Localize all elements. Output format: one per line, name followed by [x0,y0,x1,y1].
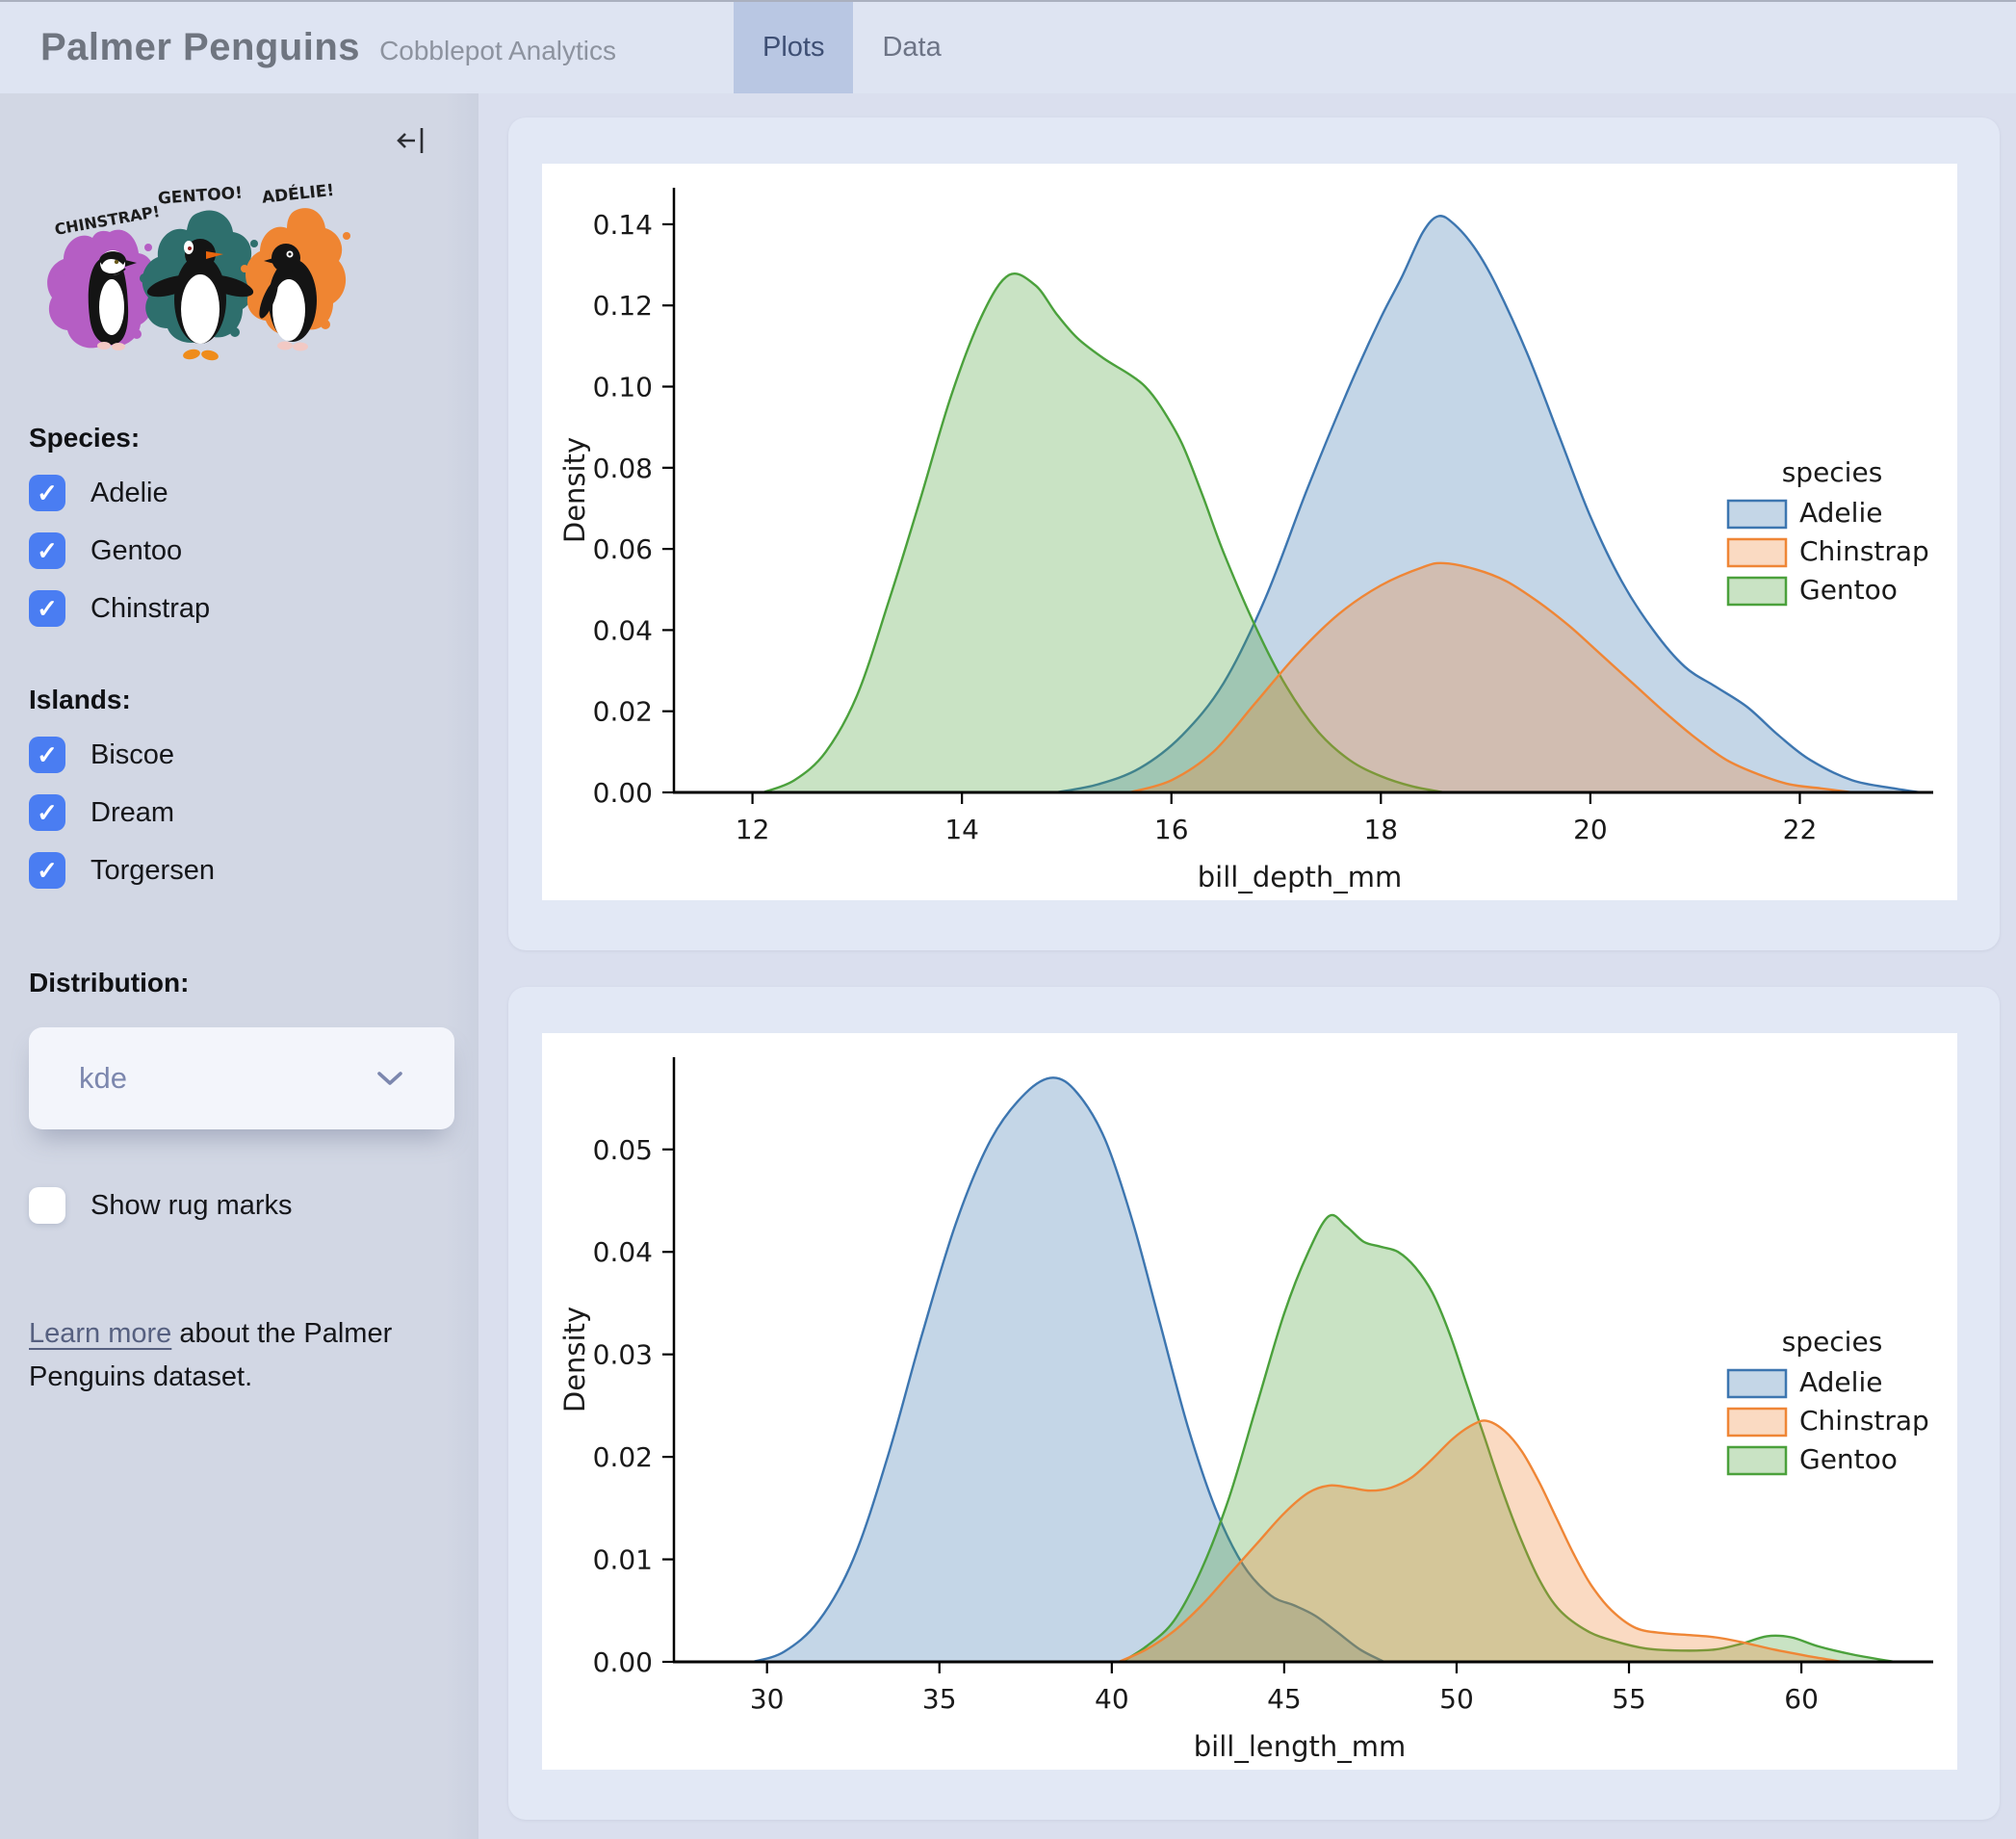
gentoo-checkbox[interactable] [29,532,65,569]
svg-text:12: 12 [736,814,770,845]
svg-text:16: 16 [1154,814,1189,845]
svg-text:14: 14 [944,814,979,845]
penguins-artwork: CHINSTRAP! GENTOO! ADÉLIE! [47,179,350,361]
svg-text:30: 30 [750,1683,785,1715]
svg-text:bill_length_mm: bill_length_mm [1194,1730,1407,1763]
svg-text:45: 45 [1267,1683,1302,1715]
checkbox-row-biscoe[interactable]: Biscoe [29,737,450,773]
checkbox-row-adelie[interactable]: Adelie [29,475,450,511]
sidebar-collapse-icon[interactable] [396,124,428,157]
distribution-heading: Distribution: [29,968,190,997]
app-title: Palmer Penguins [40,26,361,68]
kde-plot-bill-length: 30 35 40 45 50 55 60 0.00 0.01 0.02 0.03 0.04 0.05 bi… [558,1057,1933,1763]
distribution-select[interactable]: kde [29,1027,454,1129]
svg-text:0.12: 0.12 [593,290,653,322]
islands-heading: Islands: [29,685,131,714]
svg-text:0.00: 0.00 [593,777,653,809]
dataset-note: Learn more about the Palmer Penguins dat… [29,1312,433,1399]
svg-text:18: 18 [1363,814,1398,845]
svg-text:0.08: 0.08 [593,453,653,484]
svg-text:species: species [1782,1326,1883,1358]
title-block: Palmer Penguins Cobblepot Analytics [40,26,616,69]
svg-text:20: 20 [1573,814,1608,845]
svg-text:Adelie: Adelie [1799,497,1882,529]
svg-text:0.10: 0.10 [593,372,653,403]
bill-depth-plot-card: 12 14 16 18 20 22 0.00 0.02 0.04 0.06 0.08 0.10 0.12… [508,117,2000,950]
nav-tabs: Plots Data [734,2,970,93]
svg-text:Gentoo: Gentoo [1799,574,1898,606]
svg-text:35: 35 [922,1683,957,1715]
kde-plot-bill-depth: 12 14 16 18 20 22 0.00 0.02 0.04 0.06 0.08 0.10 0.12… [558,188,1933,894]
svg-text:0.03: 0.03 [593,1339,653,1371]
svg-text:0.05: 0.05 [593,1134,653,1166]
checkbox-row-rug[interactable]: Show rug marks [29,1187,450,1224]
svg-text:species: species [1782,456,1883,488]
species-heading: Species: [29,423,141,453]
artwork-label-gentoo: GENTOO! [157,184,243,209]
svg-text:Density: Density [558,1307,591,1412]
rug-checkbox-label: Show rug marks [90,1189,293,1221]
svg-text:Adelie: Adelie [1799,1366,1882,1398]
bill-depth-plot: 12 14 16 18 20 22 0.00 0.02 0.04 0.06 0.08 0.10 0.12… [542,164,1957,900]
learn-more-link[interactable]: Learn more [29,1318,171,1349]
svg-text:22: 22 [1783,814,1818,845]
dream-checkbox-label: Dream [90,796,175,828]
bill-length-plot-card: 30 35 40 45 50 55 60 0.00 0.01 0.02 0.03 0.04 0.05 bi… [508,987,2000,1820]
sidebar: CHINSTRAP! GENTOO! ADÉLIE! Species: Adel… [0,93,478,1839]
svg-text:0.02: 0.02 [593,696,653,728]
biscoe-checkbox-label: Biscoe [90,738,175,770]
artwork-label-adelie: ADÉLIE! [261,179,335,208]
svg-text:0.00: 0.00 [593,1646,653,1678]
checkbox-row-dream[interactable]: Dream [29,794,450,831]
app-header: Palmer Penguins Cobblepot Analytics Plot… [0,0,2016,93]
tab-plots[interactable]: Plots [734,2,854,93]
svg-text:55: 55 [1612,1683,1646,1715]
checkbox-row-gentoo[interactable]: Gentoo [29,532,450,569]
chinstrap-checkbox-label: Chinstrap [90,592,211,624]
svg-text:0.01: 0.01 [593,1544,653,1576]
app-subtitle: Cobblepot Analytics [379,36,616,65]
svg-text:Density: Density [558,437,591,543]
svg-text:Gentoo: Gentoo [1799,1443,1898,1475]
tab-data[interactable]: Data [853,2,969,93]
torgersen-checkbox[interactable] [29,852,65,889]
svg-text:0.14: 0.14 [593,209,653,241]
chinstrap-checkbox[interactable] [29,590,65,627]
svg-text:0.02: 0.02 [593,1441,653,1473]
main-content: 12 14 16 18 20 22 0.00 0.02 0.04 0.06 0.08 0.10 0.12… [478,93,2016,1839]
checkbox-row-torgersen[interactable]: Torgersen [29,852,450,889]
checkbox-row-chinstrap[interactable]: Chinstrap [29,590,450,627]
svg-text:0.04: 0.04 [593,614,653,646]
svg-text:40: 40 [1095,1683,1129,1715]
adelie-checkbox[interactable] [29,475,65,511]
svg-text:Chinstrap: Chinstrap [1799,1405,1929,1437]
rug-checkbox[interactable] [29,1187,65,1224]
svg-text:bill_depth_mm: bill_depth_mm [1198,861,1403,894]
distribution-selected-value: kde [79,1061,127,1095]
chevron-down-icon [377,1072,402,1085]
svg-text:60: 60 [1784,1683,1819,1715]
dream-checkbox[interactable] [29,794,65,831]
adelie-checkbox-label: Adelie [90,477,168,508]
svg-text:0.04: 0.04 [593,1236,653,1268]
bill-length-plot: 30 35 40 45 50 55 60 0.00 0.01 0.02 0.03 0.04 0.05 bi… [542,1033,1957,1770]
svg-text:0.06: 0.06 [593,533,653,565]
torgersen-checkbox-label: Torgersen [90,854,215,886]
svg-text:50: 50 [1439,1683,1474,1715]
svg-text:Chinstrap: Chinstrap [1799,535,1929,567]
biscoe-checkbox[interactable] [29,737,65,773]
gentoo-checkbox-label: Gentoo [90,534,183,566]
